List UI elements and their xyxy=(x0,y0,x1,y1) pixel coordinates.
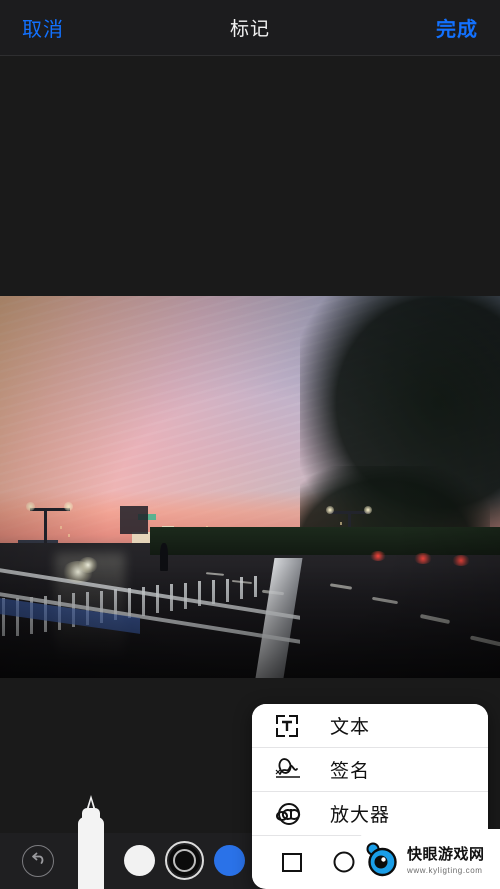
car-taillight xyxy=(370,551,386,561)
photo-preview[interactable] xyxy=(0,296,500,678)
color-swatch-white[interactable] xyxy=(124,845,155,876)
signature-icon xyxy=(274,755,308,785)
color-swatch-black[interactable] xyxy=(165,841,204,880)
watermark-title: 快眼游戏网 xyxy=(407,846,485,863)
pedestrian xyxy=(160,543,168,571)
circle-icon[interactable] xyxy=(327,845,361,879)
watermark-text: 快眼游戏网 www.kyligting.com xyxy=(407,843,485,875)
undo-arrow-icon xyxy=(28,849,48,874)
markup-editor-screen: 取消 标记 完成 文本 签名 放大器 快眼游戏网 www.kyligting.c… xyxy=(0,0,500,889)
color-swatch-blue[interactable] xyxy=(214,845,245,876)
car-taillight xyxy=(414,553,432,564)
text-box-icon xyxy=(274,711,308,741)
lamp-light xyxy=(26,502,35,511)
car-headlight xyxy=(78,557,98,573)
lamp-light xyxy=(364,506,372,514)
done-button[interactable]: 完成 xyxy=(436,13,478,42)
menu-item-magnifier-label: 放大器 xyxy=(330,805,391,826)
page-title: 标记 xyxy=(229,19,270,40)
eye-logo-icon xyxy=(364,840,402,878)
markup-canvas[interactable]: 文本 签名 放大器 xyxy=(0,56,500,889)
square-icon[interactable] xyxy=(275,845,309,879)
lamp-light xyxy=(64,502,73,511)
watermark-overlay: 快眼游戏网 www.kyligting.com xyxy=(358,829,500,889)
lamp-light xyxy=(326,506,334,514)
menu-item-text[interactable]: 文本 xyxy=(252,704,488,748)
car-taillight xyxy=(452,555,470,566)
menu-item-text-label: 文本 xyxy=(330,717,371,738)
magnifier-icon xyxy=(274,799,308,829)
marker-pen-tool[interactable] xyxy=(76,795,106,889)
menu-item-signature[interactable]: 签名 xyxy=(252,748,488,792)
watermark-url: www.kyligting.com xyxy=(407,866,483,875)
menu-item-signature-label: 签名 xyxy=(330,761,371,782)
cancel-button[interactable]: 取消 xyxy=(22,13,64,42)
undo-button[interactable] xyxy=(22,845,54,877)
top-navigation-bar: 取消 标记 完成 xyxy=(0,0,500,56)
road xyxy=(0,527,500,678)
